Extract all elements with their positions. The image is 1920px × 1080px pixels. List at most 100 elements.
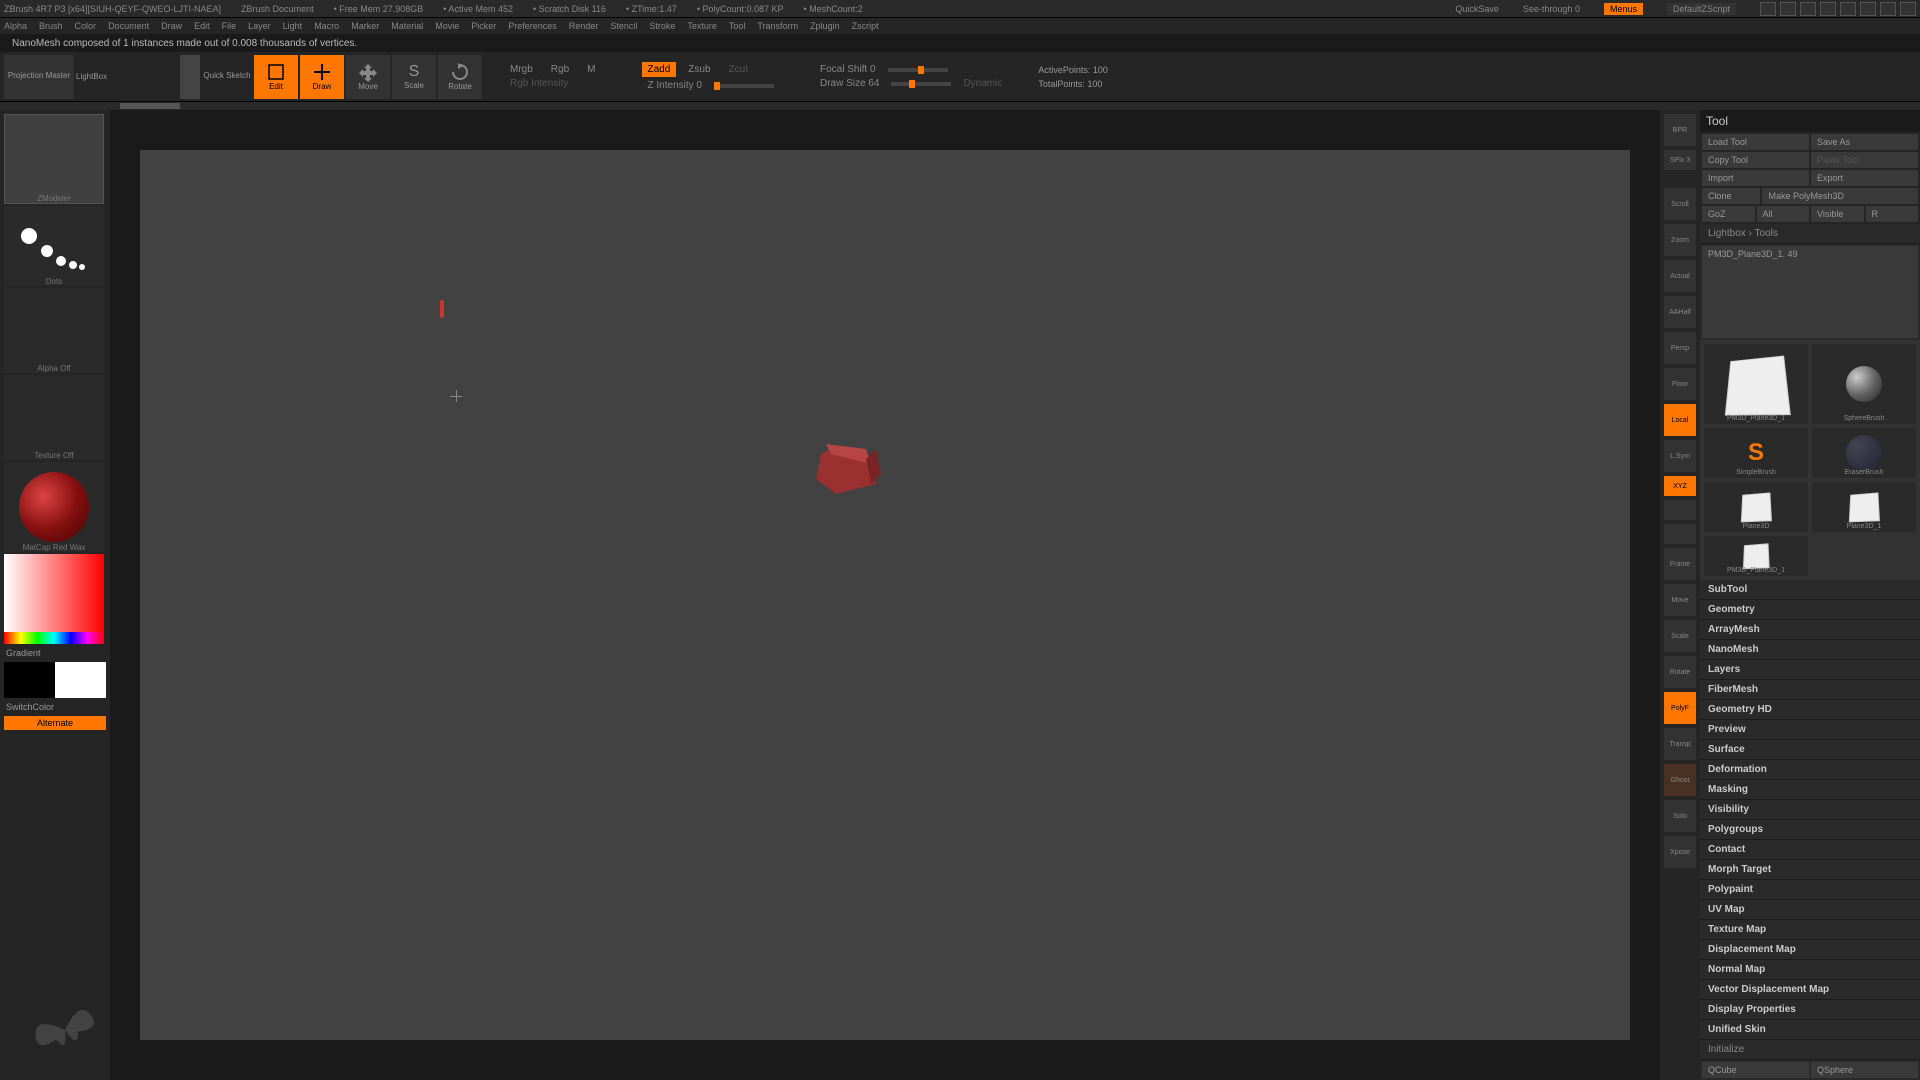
scale-nav-button[interactable]: Scale <box>1664 620 1696 652</box>
menu-material[interactable]: Material <box>391 21 423 31</box>
menu-tool[interactable]: Tool <box>729 21 746 31</box>
section-fibermesh[interactable]: FiberMesh <box>1700 680 1920 700</box>
section-morph-target[interactable]: Morph Target <box>1700 860 1920 880</box>
close-icon[interactable] <box>1900 2 1916 16</box>
persp-button[interactable]: Persp <box>1664 332 1696 364</box>
switch-color[interactable]: SwitchColor <box>4 700 106 714</box>
restore-icon[interactable] <box>1880 2 1896 16</box>
zcut-button[interactable]: Zcut <box>723 64 754 75</box>
floor-button[interactable]: Floor <box>1664 368 1696 400</box>
rotate-nav-button[interactable]: Rotate <box>1664 656 1696 688</box>
projection-master-button[interactable]: Projection Master <box>4 55 74 99</box>
zsub-button[interactable]: Zsub <box>682 64 716 75</box>
window-icon-2[interactable] <box>1780 2 1796 16</box>
local-button[interactable]: Local <box>1664 404 1696 436</box>
canvas[interactable] <box>140 150 1630 1040</box>
section-uv-map[interactable]: UV Map <box>1700 900 1920 920</box>
solo-button[interactable]: Solo <box>1664 800 1696 832</box>
export-button[interactable]: Export <box>1811 170 1918 186</box>
quicksave-button[interactable]: QuickSave <box>1455 4 1499 14</box>
menu-marker[interactable]: Marker <box>351 21 379 31</box>
clone-button[interactable]: Clone <box>1702 188 1760 204</box>
minimize-icon[interactable] <box>1840 2 1856 16</box>
maximize-icon[interactable] <box>1860 2 1876 16</box>
section-deformation[interactable]: Deformation <box>1700 760 1920 780</box>
section-layers[interactable]: Layers <box>1700 660 1920 680</box>
menu-macro[interactable]: Macro <box>314 21 339 31</box>
section-preview[interactable]: Preview <box>1700 720 1920 740</box>
quicksketch-icon[interactable] <box>180 55 200 99</box>
menu-layer[interactable]: Layer <box>248 21 271 31</box>
menu-alpha[interactable]: Alpha <box>4 21 27 31</box>
menu-picker[interactable]: Picker <box>471 21 496 31</box>
tool-thumb-sphere[interactable]: SphereBrush <box>1812 344 1916 424</box>
section-subtool[interactable]: SubTool <box>1700 580 1920 600</box>
zmodeler-thumb[interactable]: ZModeler <box>4 114 104 204</box>
import-button[interactable]: Import <box>1702 170 1809 186</box>
make-polymesh-button[interactable]: Make PolyMesh3D <box>1762 188 1918 204</box>
menu-file[interactable]: File <box>222 21 237 31</box>
menu-stroke[interactable]: Stroke <box>649 21 675 31</box>
xpose-button[interactable]: Xpose <box>1664 836 1696 868</box>
section-nanomesh[interactable]: NanoMesh <box>1700 640 1920 660</box>
transp-button[interactable]: Transp <box>1664 728 1696 760</box>
section-texture-map[interactable]: Texture Map <box>1700 920 1920 940</box>
section-vector-displacement-map[interactable]: Vector Displacement Map <box>1700 980 1920 1000</box>
default-zscript[interactable]: DefaultZScript <box>1667 3 1736 15</box>
qcube-button[interactable]: QCube <box>1702 1062 1809 1078</box>
menu-edit[interactable]: Edit <box>194 21 210 31</box>
copy-tool-button[interactable]: Copy Tool <box>1702 152 1809 168</box>
menu-color[interactable]: Color <box>75 21 97 31</box>
color-picker[interactable] <box>4 554 104 644</box>
bw-swatches[interactable] <box>4 662 106 698</box>
menus-button[interactable]: Menus <box>1604 3 1643 15</box>
actual-button[interactable]: Actual <box>1664 260 1696 292</box>
section-initialize[interactable]: Initialize <box>1700 1040 1920 1060</box>
zadd-button[interactable]: Zadd <box>642 62 677 77</box>
load-tool-button[interactable]: Load Tool <box>1702 134 1809 150</box>
mesh-cube[interactable] <box>811 444 891 504</box>
section-arraymesh[interactable]: ArrayMesh <box>1700 620 1920 640</box>
canvas-area[interactable] <box>110 110 1660 1080</box>
goz-visible-button[interactable]: Visible <box>1811 206 1864 222</box>
aahalf-button[interactable]: AAHalf <box>1664 296 1696 328</box>
z-button[interactable] <box>1664 524 1696 544</box>
rgb-button[interactable]: Rgb <box>545 64 575 75</box>
scale-button[interactable]: SScale <box>392 55 436 99</box>
section-displacement-map[interactable]: Displacement Map <box>1700 940 1920 960</box>
lsym-button[interactable]: L.Sym <box>1664 440 1696 472</box>
menu-light[interactable]: Light <box>283 21 303 31</box>
section-polypaint[interactable]: Polypaint <box>1700 880 1920 900</box>
save-as-button[interactable]: Save As <box>1811 134 1918 150</box>
scroll-button[interactable]: Scroll <box>1664 188 1696 220</box>
edit-button[interactable]: Edit <box>254 55 298 99</box>
menu-document[interactable]: Document <box>108 21 149 31</box>
draw-button[interactable]: Draw <box>300 55 344 99</box>
alpha-slot[interactable]: Alpha Off <box>4 288 104 373</box>
drawsize-slider[interactable] <box>891 82 951 86</box>
section-unified-skin[interactable]: Unified Skin <box>1700 1020 1920 1040</box>
tool-thumb-pm3d[interactable]: PM3D_Plane3D_1 <box>1704 536 1808 576</box>
panel-handle[interactable] <box>120 103 180 109</box>
alternate-button[interactable]: Alternate <box>4 716 106 730</box>
window-icon-3[interactable] <box>1800 2 1816 16</box>
section-geometry[interactable]: Geometry <box>1700 600 1920 620</box>
section-geometry-hd[interactable]: Geometry HD <box>1700 700 1920 720</box>
tool-thumb-plane[interactable]: PM3D_Plane3D_1 <box>1704 344 1808 424</box>
gradient-label[interactable]: Gradient <box>4 646 106 660</box>
paste-tool-button[interactable]: Paste Tool <box>1811 152 1918 168</box>
lightbox-button[interactable]: LightBox <box>76 55 136 99</box>
focal-shift[interactable]: Focal Shift 0 <box>814 64 882 75</box>
spix-button[interactable]: SPix 3 <box>1664 150 1696 170</box>
zoom-button[interactable]: Zoom <box>1664 224 1696 256</box>
tool-thumb-simple[interactable]: SSimpleBrush <box>1704 428 1808 478</box>
frame-button[interactable]: Frame <box>1664 548 1696 580</box>
z-intensity[interactable]: Z Intensity 0 <box>642 80 708 91</box>
section-polygroups[interactable]: Polygroups <box>1700 820 1920 840</box>
section-surface[interactable]: Surface <box>1700 740 1920 760</box>
tool-thumb-plane3d1[interactable]: Plane3D_1 <box>1812 482 1916 532</box>
material-slot[interactable]: MatCap Red Wax <box>4 462 104 552</box>
m-button[interactable]: M <box>581 64 601 75</box>
window-icon-4[interactable] <box>1820 2 1836 16</box>
tool-panel-header[interactable]: Tool <box>1700 110 1920 132</box>
